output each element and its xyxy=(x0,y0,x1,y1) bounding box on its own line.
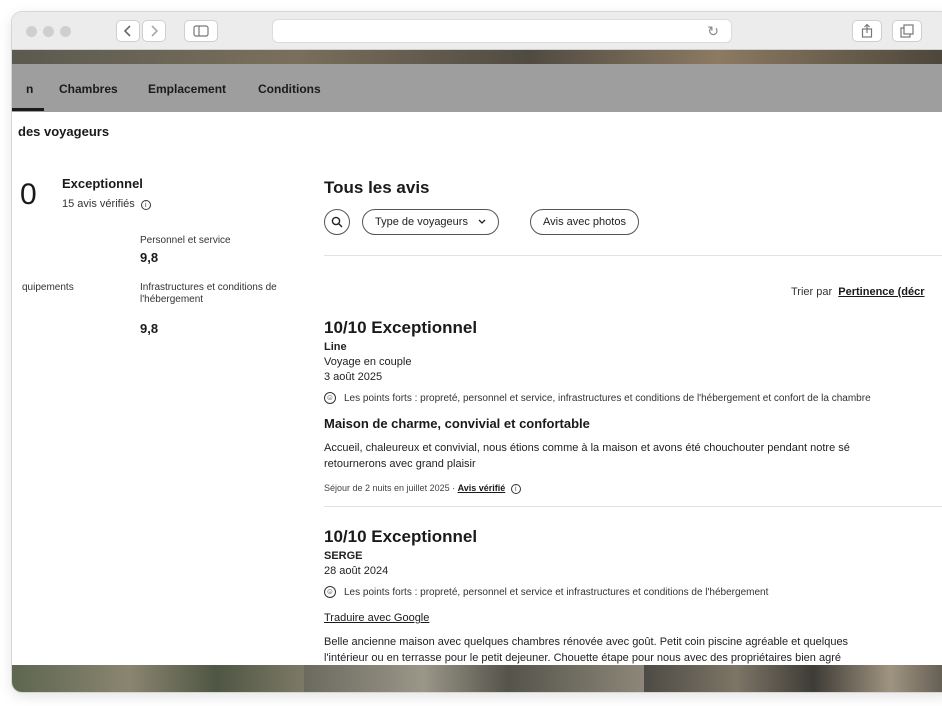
review-highlights-text: Les points forts : propreté, personnel e… xyxy=(344,392,871,404)
tab-overview[interactable]: n xyxy=(26,82,33,96)
back-button[interactable] xyxy=(116,20,140,42)
traveler-type-filter-label: Type de voyageurs xyxy=(375,216,468,228)
category-name: Infrastructures et conditions de l'héber… xyxy=(140,282,277,305)
review-body-line: Belle ancienne maison avec quelques cham… xyxy=(324,636,849,648)
smile-icon: ☺ xyxy=(324,586,336,598)
search-icon xyxy=(331,216,343,228)
minimize-window-button[interactable] xyxy=(43,26,54,37)
info-icon[interactable]: i xyxy=(140,200,151,210)
smile-icon: ☺ xyxy=(324,392,336,404)
search-reviews-button[interactable] xyxy=(324,209,350,235)
reload-icon[interactable]: ↻ xyxy=(707,23,719,40)
traveler-type-filter[interactable]: Type de voyageurs xyxy=(362,209,499,235)
category-name: quipements xyxy=(22,282,74,293)
review-trip-type: Voyage en couple xyxy=(324,356,412,368)
active-tab-indicator xyxy=(12,108,44,111)
verified-review-count: 15 avis vérifiés i xyxy=(62,198,151,210)
review-date: 28 août 2024 xyxy=(324,565,389,577)
review-author: SERGE xyxy=(324,550,363,562)
review-rating: 10/10 Exceptionnel xyxy=(324,318,478,337)
review-stay-info: Séjour de 2 nuits en juillet 2025 · Avis… xyxy=(324,483,521,494)
chevron-right-icon xyxy=(151,25,159,37)
review-highlights: ☺ Les points forts : propreté, personnel… xyxy=(324,392,871,404)
forward-button[interactable] xyxy=(142,20,166,42)
reviews-title: Tous les avis xyxy=(324,178,430,197)
chevron-left-icon xyxy=(123,25,131,37)
close-window-button[interactable] xyxy=(26,26,37,37)
tabs-button[interactable] xyxy=(892,20,922,42)
review-title: Maison de charme, convivial et confortab… xyxy=(324,416,590,431)
browser-toolbar: ↻ xyxy=(12,12,942,50)
category-name: Personnel et service xyxy=(140,235,231,246)
category-score: 9,8 xyxy=(140,250,159,265)
review-stay-text: Séjour de 2 nuits en juillet 2025 xyxy=(324,483,450,493)
hero-image-strip xyxy=(12,50,942,64)
divider xyxy=(324,506,942,507)
section-title: des voyageurs xyxy=(18,124,110,139)
review-highlights: ☺ Les points forts : propreté, personnel… xyxy=(324,586,768,598)
divider xyxy=(324,255,942,256)
share-icon xyxy=(861,24,873,38)
property-photo[interactable] xyxy=(644,665,942,692)
sidebar-icon xyxy=(193,25,209,37)
review-body-line: retournerons avec grand plaisir xyxy=(324,458,476,470)
tab-conditions[interactable]: Conditions xyxy=(258,82,321,96)
review-body-line: l'intérieur ou en terrasse pour le petit… xyxy=(324,652,841,664)
verified-review-link[interactable]: Avis vérifié xyxy=(458,483,506,493)
share-button[interactable] xyxy=(852,20,882,42)
category-score: 9,8 xyxy=(140,321,159,336)
property-nav: n Chambres Emplacement Conditions xyxy=(12,64,942,112)
sort-control[interactable]: Trier par Pertinence (décr xyxy=(791,286,924,298)
zoom-window-button[interactable] xyxy=(60,26,71,37)
review-rating: 10/10 Exceptionnel xyxy=(324,527,478,546)
photos-filter[interactable]: Avis avec photos xyxy=(530,209,639,235)
tab-location[interactable]: Emplacement xyxy=(148,82,226,96)
info-icon[interactable]: i xyxy=(510,484,521,494)
overall-score-label: Exceptionnel xyxy=(62,176,143,191)
verified-review-count-text: 15 avis vérifiés xyxy=(62,198,135,210)
property-photo[interactable] xyxy=(304,665,644,692)
browser-window: ↻ n Chambres Emplacement Conditions des … xyxy=(12,12,942,692)
sort-label: Trier par xyxy=(791,286,833,298)
translate-link[interactable]: Traduire avec Google xyxy=(324,612,429,624)
sidebar-button[interactable] xyxy=(184,20,218,42)
address-bar[interactable]: ↻ xyxy=(272,19,732,43)
property-photo[interactable] xyxy=(12,665,304,692)
photos-filter-label: Avis avec photos xyxy=(543,216,626,228)
review-highlights-text: Les points forts : propreté, personnel e… xyxy=(344,586,769,598)
chevron-down-icon xyxy=(478,219,486,224)
review-date: 3 août 2025 xyxy=(324,371,383,383)
review-body-line: Accueil, chaleureux et convivial, nous é… xyxy=(324,442,850,454)
sort-value[interactable]: Pertinence (décr xyxy=(838,286,924,298)
tabs-icon xyxy=(900,24,914,38)
tab-rooms[interactable]: Chambres xyxy=(59,82,118,96)
review-author: Line xyxy=(324,341,347,353)
overall-score: 0 xyxy=(20,178,37,211)
